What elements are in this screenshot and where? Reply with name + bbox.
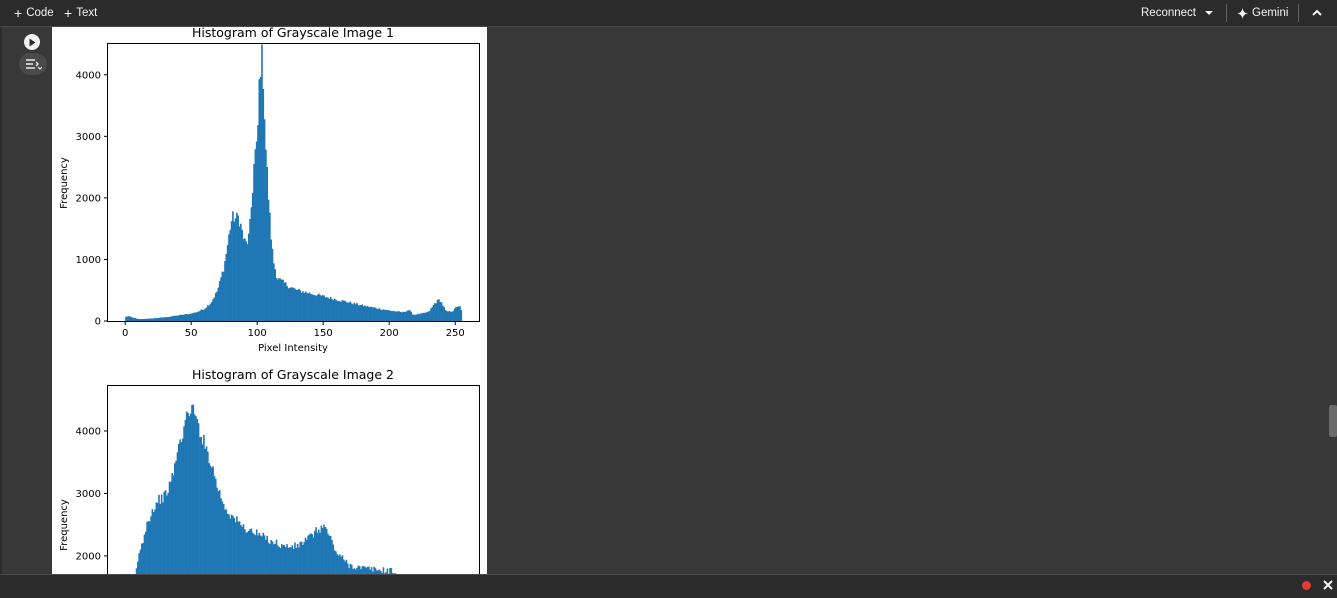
chart-1: Histogram of Grayscale Image 1 Pixel Int… <box>59 27 480 354</box>
chart-2-bars <box>133 405 397 574</box>
chart-1-bars <box>125 44 462 321</box>
plus-icon: + <box>64 6 72 20</box>
sparkle-icon <box>1237 8 1248 19</box>
cell-gutter <box>2 27 52 574</box>
play-icon <box>28 38 36 47</box>
x-tick-label: 150 <box>314 328 333 339</box>
add-text-label: Text <box>76 7 97 19</box>
y-tick-label: 4000 <box>76 426 101 437</box>
y-tick-label: 4000 <box>76 70 101 81</box>
chart-1-frame <box>108 44 480 322</box>
record-icon <box>1302 581 1311 590</box>
reconnect-button[interactable]: Reconnect <box>1141 0 1196 26</box>
output-options-button[interactable] <box>19 53 47 75</box>
y-tick-label: 2000 <box>76 193 101 204</box>
chart-2-title: Histogram of Grayscale Image 2 <box>192 367 394 382</box>
run-cell-button[interactable] <box>24 34 40 50</box>
cell-output: Histogram of Grayscale Image 1 Pixel Int… <box>52 27 487 574</box>
y-tick-label: 3000 <box>76 489 101 500</box>
y-tick-label: 1000 <box>76 255 101 266</box>
chart-2: Histogram of Grayscale Image 2 Frequency… <box>59 367 480 574</box>
chart-1-title: Histogram of Grayscale Image 1 <box>192 27 394 40</box>
plus-icon: + <box>14 6 22 20</box>
close-button[interactable] <box>1320 577 1336 593</box>
chart-2-axes: 2000 3000 4000 <box>76 426 108 562</box>
histogram-figure: Histogram of Grayscale Image 1 Pixel Int… <box>52 27 487 574</box>
output-options-icon <box>24 57 42 71</box>
x-tick-label: 50 <box>185 328 198 339</box>
x-tick-label: 100 <box>248 328 267 339</box>
chevron-up-icon <box>1310 6 1324 20</box>
add-code-label: Code <box>26 7 54 19</box>
x-tick-label: 200 <box>380 328 399 339</box>
y-tick-label: 2000 <box>76 551 101 562</box>
histogram-bar <box>461 310 463 321</box>
x-tick-label: 250 <box>446 328 465 339</box>
chart-1-xlabel: Pixel Intensity <box>258 343 328 354</box>
add-text-button[interactable]: + Text <box>64 0 97 26</box>
runtime-dropdown-button[interactable] <box>1203 0 1215 26</box>
chart-2-ylabel: Frequency <box>59 499 70 551</box>
gemini-button[interactable]: Gemini <box>1237 0 1288 26</box>
close-icon <box>1322 579 1334 591</box>
y-tick-label: 0 <box>95 317 101 328</box>
gemini-label: Gemini <box>1252 7 1288 19</box>
chevron-down-icon <box>1203 7 1215 19</box>
add-code-button[interactable]: + Code <box>14 0 54 26</box>
notebook-toolbar: + Code + Text Reconnect Gemini <box>0 0 1337 27</box>
x-tick-label: 0 <box>122 328 128 339</box>
histogram-bar <box>383 567 385 574</box>
scrollbar-thumb[interactable] <box>1329 405 1337 437</box>
reconnect-label: Reconnect <box>1141 7 1196 19</box>
chart-1-ylabel: Frequency <box>59 157 70 209</box>
collapse-button[interactable] <box>1310 0 1324 26</box>
y-tick-label: 3000 <box>76 132 101 143</box>
toolbar-divider <box>1226 4 1227 22</box>
status-bar <box>0 574 1337 598</box>
toolbar-divider <box>1298 4 1299 22</box>
